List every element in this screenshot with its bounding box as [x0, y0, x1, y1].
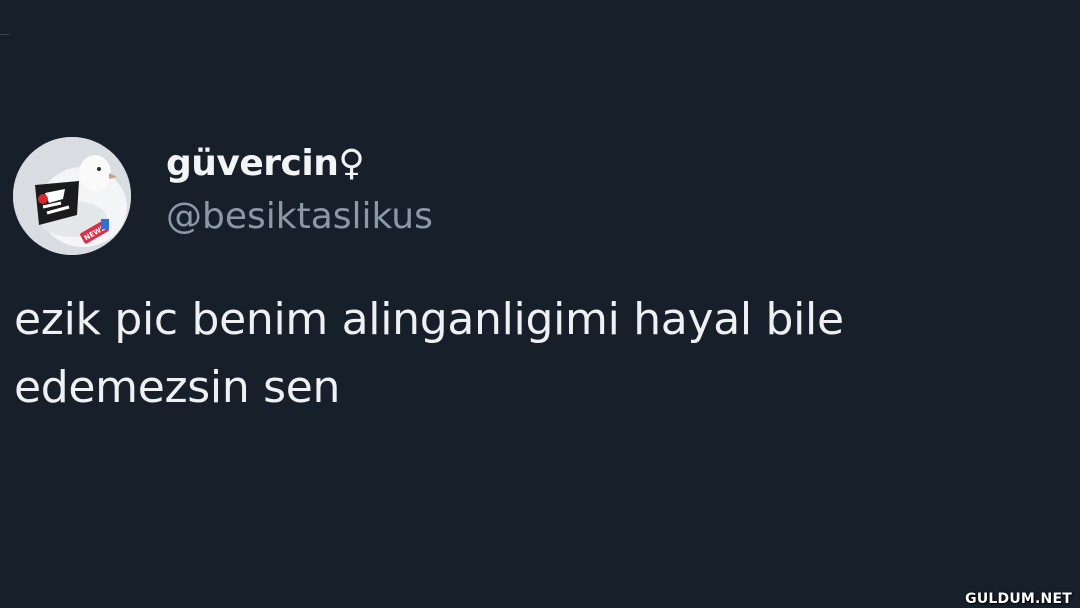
- site-watermark: GULDUM.NET: [965, 591, 1072, 607]
- display-name[interactable]: güvercin♀: [166, 143, 365, 184]
- pigeon-avatar-icon: NEWS: [13, 137, 131, 255]
- user-handle[interactable]: @besiktaslikus: [166, 196, 433, 237]
- tweet-text-line-1: ezik pic benim alinganligimi hayal bile: [14, 294, 844, 345]
- tweet-text: ezik pic benim alinganligimi hayal bile …: [14, 286, 1014, 422]
- avatar[interactable]: NEWS: [13, 137, 131, 255]
- tweet-card: NEWS güvercin♀ @besiktaslikus ezik pic b…: [0, 0, 1080, 608]
- screenshot-canvas: NEWS güvercin♀ @besiktaslikus ezik pic b…: [0, 0, 1080, 608]
- tweet-text-line-2: edemezsin sen: [14, 362, 341, 413]
